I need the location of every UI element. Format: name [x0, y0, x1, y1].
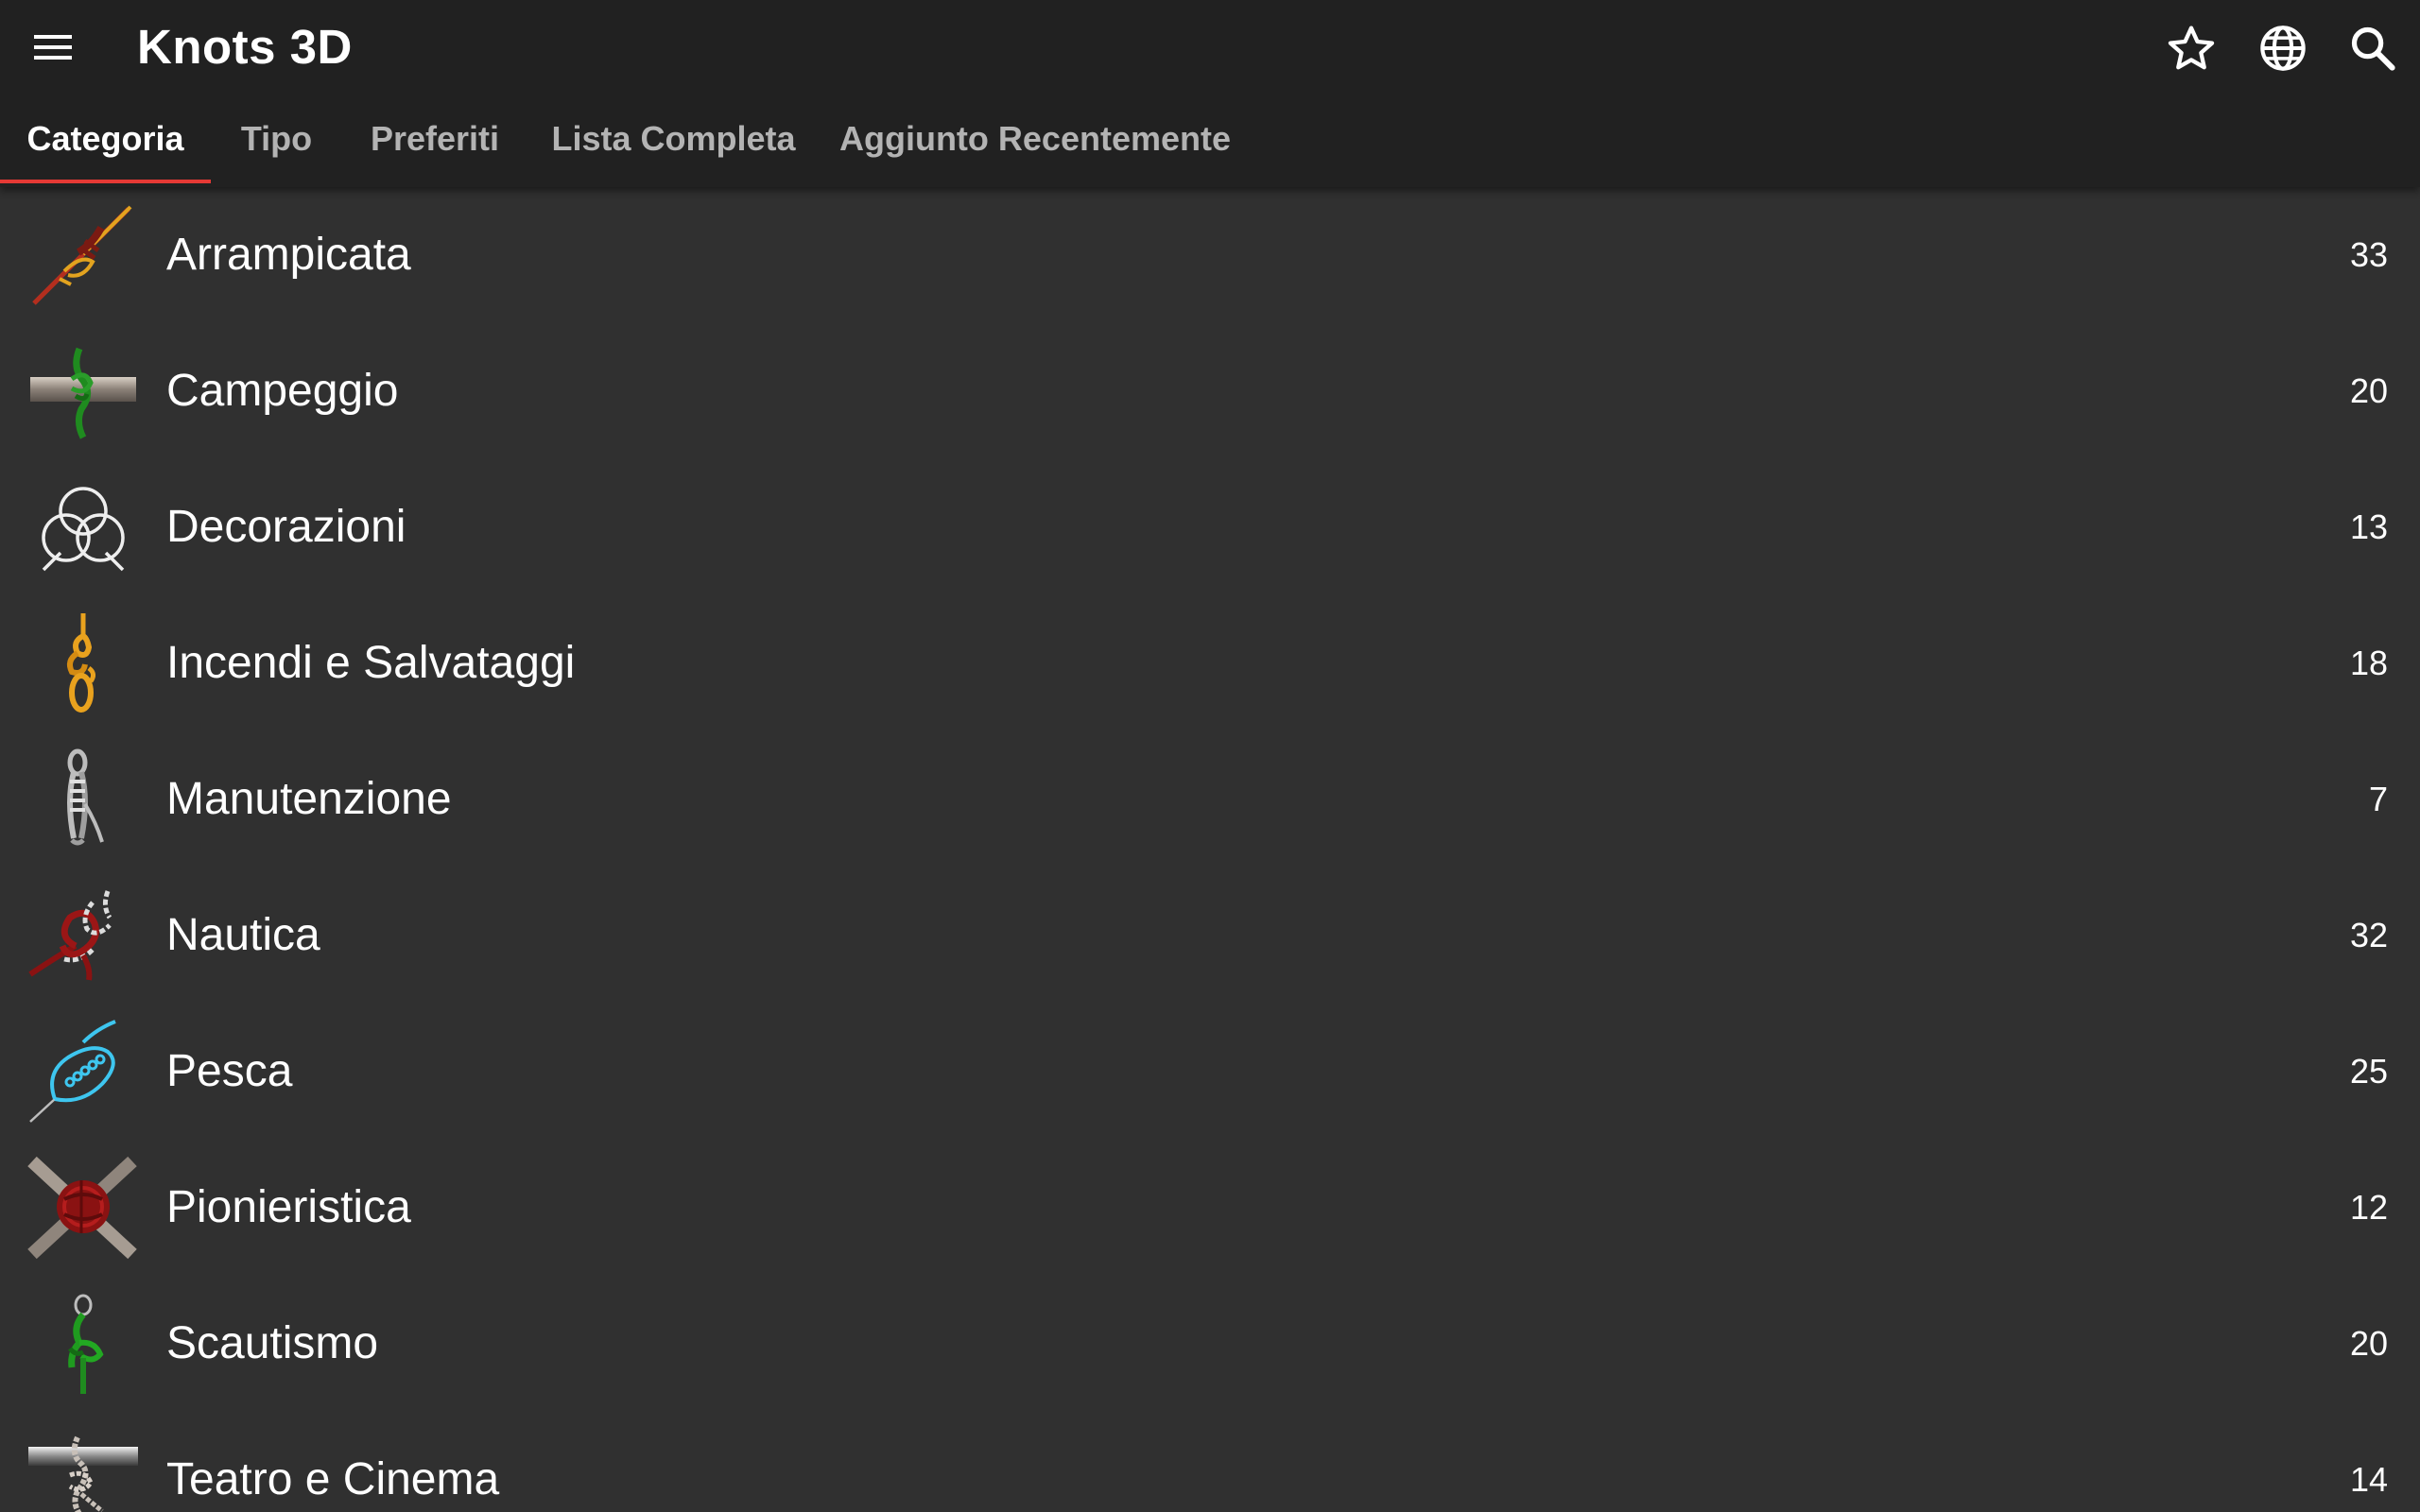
- decorative-knot-icon: [42, 487, 125, 572]
- list-item[interactable]: Teatro e Cinema 14: [0, 1412, 2420, 1512]
- category-count: 20: [2349, 371, 2388, 410]
- list-item[interactable]: Incendi e Salvataggi 18: [0, 595, 2420, 731]
- list-item[interactable]: Scautismo 20: [0, 1276, 2420, 1412]
- search-icon: [2351, 26, 2395, 71]
- category-count: 13: [2349, 507, 2388, 546]
- tab-bar: Categoria Tipo Preferiti Lista Completa …: [0, 94, 2420, 187]
- category-label: Incendi e Salvataggi: [166, 638, 576, 688]
- pioneering-knot-icon: [27, 1156, 137, 1260]
- toolbar: Knots 3D: [0, 0, 2420, 94]
- category-count: 14: [2349, 1460, 2388, 1499]
- category-label: Campeggio: [166, 366, 399, 416]
- category-count: 7: [2368, 780, 2388, 818]
- category-label: Decorazioni: [166, 502, 406, 552]
- list-item[interactable]: Decorazioni 13: [0, 459, 2420, 595]
- category-count: 20: [2349, 1324, 2388, 1363]
- search-button[interactable]: [2340, 15, 2406, 81]
- list-item[interactable]: Pesca 25: [0, 1004, 2420, 1140]
- list-item[interactable]: Nautica 32: [0, 868, 2420, 1004]
- tab-lista-completa[interactable]: Lista Completa: [539, 94, 808, 187]
- category-count: 25: [2349, 1052, 2388, 1091]
- tab-categoria[interactable]: Categoria: [0, 94, 211, 187]
- climbing-knot-icon: [32, 205, 132, 305]
- category-count: 18: [2349, 644, 2388, 682]
- category-label: Nautica: [166, 910, 320, 960]
- category-label: Arrampicata: [166, 230, 411, 280]
- list-item[interactable]: Arrampicata 33: [0, 187, 2420, 323]
- theater-knot-icon: [28, 1435, 138, 1512]
- favorites-button[interactable]: [2158, 15, 2224, 81]
- category-label: Pionieristica: [166, 1182, 411, 1232]
- list-item[interactable]: Manutenzione 7: [0, 731, 2420, 868]
- tab-preferiti[interactable]: Preferiti: [354, 94, 515, 187]
- tab-tipo[interactable]: Tipo: [222, 94, 331, 187]
- nautical-knot-icon: [28, 890, 112, 981]
- category-label: Manutenzione: [166, 774, 452, 824]
- maintenance-knot-icon: [67, 748, 104, 846]
- menu-button[interactable]: [19, 19, 87, 76]
- category-label: Pesca: [166, 1046, 293, 1096]
- rescue-knot-icon: [67, 613, 96, 713]
- category-count: 12: [2349, 1188, 2388, 1227]
- category-list[interactable]: Arrampicata 33 Campeggio 20 Decorazioni …: [0, 187, 2420, 1512]
- list-item[interactable]: Campeggio 20: [0, 323, 2420, 459]
- camping-knot-icon: [30, 347, 136, 439]
- category-count: 32: [2349, 916, 2388, 954]
- scouting-knot-icon: [68, 1294, 104, 1394]
- list-item[interactable]: Pionieristica 12: [0, 1140, 2420, 1276]
- app-title: Knots 3D: [137, 20, 353, 74]
- app-bar: Knots 3D Categoria Tipo Preferiti Lista …: [0, 0, 2420, 187]
- hamburger-menu-icon: [34, 35, 72, 60]
- category-label: Scautismo: [166, 1318, 379, 1368]
- active-tab-indicator: [0, 180, 211, 183]
- category-count: 33: [2349, 235, 2388, 274]
- category-label: Teatro e Cinema: [166, 1454, 500, 1504]
- globe-icon: [2260, 26, 2306, 71]
- star-outline-icon: [2168, 26, 2215, 70]
- fishing-knot-icon: [29, 1020, 116, 1123]
- tab-aggiunto-recentemente[interactable]: Aggiunto Recentemente: [832, 94, 1238, 187]
- language-button[interactable]: [2250, 15, 2316, 81]
